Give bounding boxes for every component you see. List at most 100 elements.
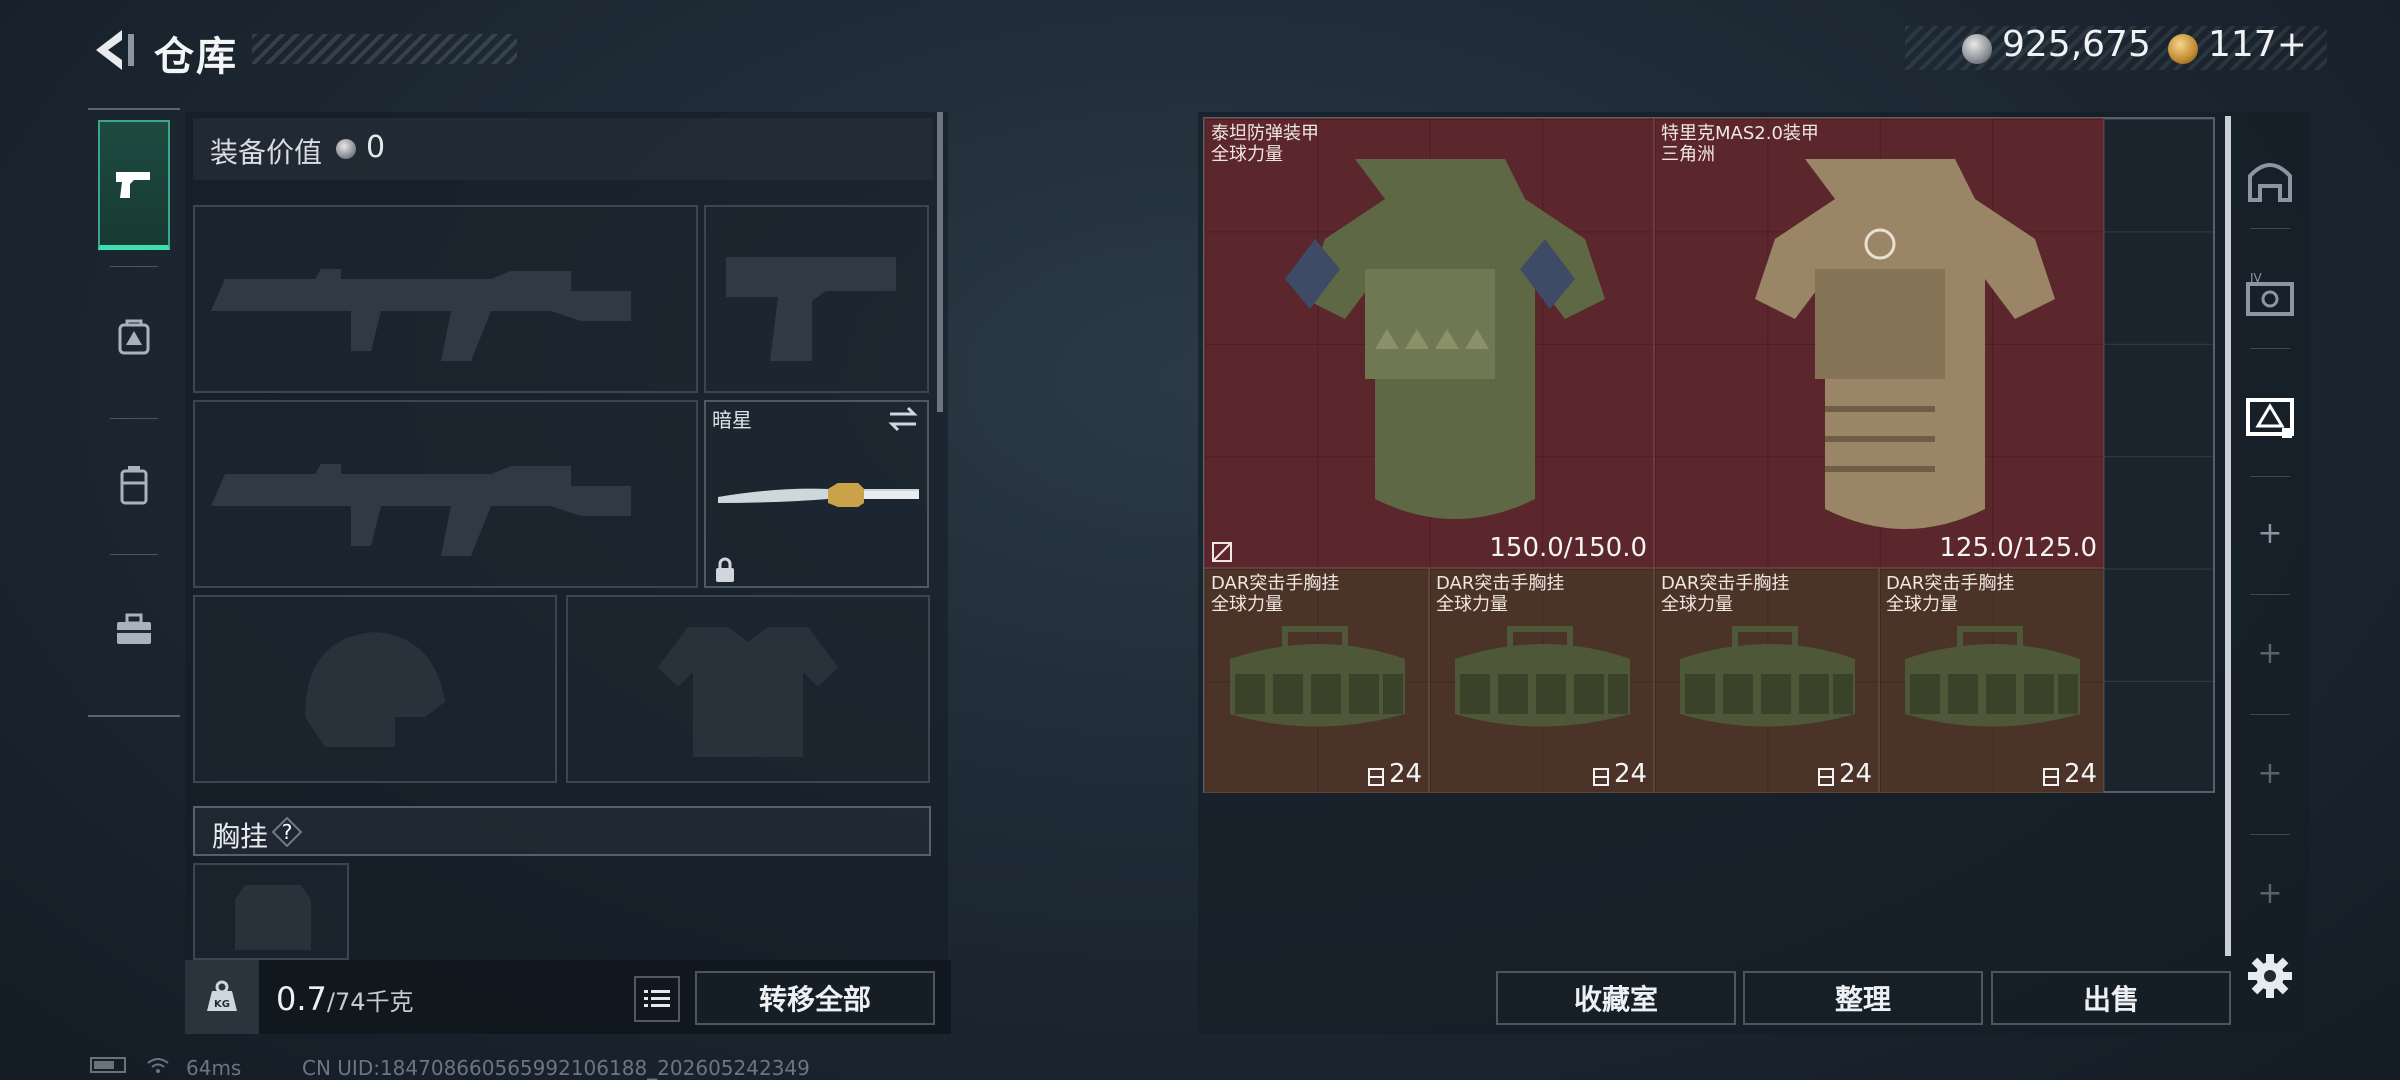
- item-name: DAR突击手胸挂: [1211, 573, 1340, 594]
- storage-item-chest-rig-2[interactable]: DAR突击手胸挂 全球力量 24: [1429, 568, 1654, 793]
- capacity-icon: [1593, 768, 1609, 786]
- knife-icon: [718, 483, 919, 507]
- item-capacity: 24: [1839, 759, 1873, 789]
- carry-weight: 0.7/74千克: [276, 980, 414, 1018]
- pistol-silhouette-icon: [726, 257, 896, 361]
- primary-weapon-slot-2[interactable]: [193, 400, 698, 588]
- gold-coin-icon: [2168, 34, 2198, 64]
- gear-icon: [2248, 954, 2292, 998]
- equipment-value-label: 装备价值: [210, 136, 323, 169]
- capacity-icon: [1818, 768, 1834, 786]
- storage-item-armor-2[interactable]: 特里克MAS2.0装甲 三角洲 125.0/125.0: [1654, 118, 2104, 568]
- storage-tab-main[interactable]: [2240, 150, 2300, 210]
- equipment-scrollbar[interactable]: [937, 112, 943, 412]
- sort-button[interactable]: 整理: [1743, 971, 1983, 1025]
- carry-weight-max: /74千克: [326, 988, 414, 1016]
- storage-item-chest-rig-3[interactable]: DAR突击手胸挂 全球力量 24: [1654, 568, 1879, 793]
- page-title: 仓库: [154, 34, 238, 80]
- rail-separator: [110, 266, 158, 267]
- no-insurance-icon: [1212, 542, 1232, 562]
- chest-rig-icon: [1230, 626, 1405, 727]
- carry-weight-current: 0.7: [276, 980, 327, 1018]
- item-name: 泰坦防弹装甲: [1211, 123, 1319, 144]
- storage-item-chest-rig-1[interactable]: DAR突击手胸挂 全球力量 24: [1204, 568, 1429, 793]
- rail-separator: [110, 554, 158, 555]
- money-amount: 925,675: [2002, 24, 2151, 65]
- item-name: DAR突击手胸挂: [1436, 573, 1565, 594]
- wifi-icon: [146, 1055, 170, 1075]
- rail-separator: [110, 418, 158, 419]
- transfer-all-button[interactable]: 转移全部: [695, 971, 935, 1025]
- category-tab-weapons[interactable]: [98, 120, 170, 250]
- back-button[interactable]: [86, 22, 142, 78]
- tab-separator: [2250, 714, 2290, 715]
- helmet-silhouette-icon: [305, 632, 445, 747]
- add-storage-tab-button[interactable]: +: [2240, 876, 2300, 911]
- chest-rig-icon: [1680, 626, 1855, 727]
- premium-currency-amount[interactable]: 117+: [2208, 24, 2307, 65]
- add-storage-tab-button[interactable]: +: [2240, 756, 2300, 791]
- list-icon: [644, 990, 670, 1007]
- item-capacity: 24: [2064, 759, 2098, 789]
- armor-storage-icon: [2246, 398, 2294, 438]
- pistol-icon: [116, 171, 150, 198]
- swap-icon[interactable]: [886, 404, 920, 434]
- chest-rig-icon: [1455, 626, 1630, 727]
- backpack-icon: [118, 319, 150, 355]
- capacity-icon: [1368, 768, 1384, 786]
- collection-room-button[interactable]: 收藏室: [1496, 971, 1736, 1025]
- body-armor-slot[interactable]: [566, 595, 930, 783]
- chest-rig-section-header: [193, 806, 931, 856]
- item-subtitle: 全球力量: [1211, 594, 1283, 615]
- tab-separator: [2250, 594, 2290, 595]
- body-armor-icon: [1755, 159, 2055, 529]
- svg-text:?: ?: [282, 820, 293, 844]
- storage-item-armor-1[interactable]: 泰坦防弹装甲 全球力量 150.0/150.0: [1204, 118, 1654, 568]
- category-tab-container[interactable]: [98, 420, 170, 550]
- tab-separator: [2250, 348, 2290, 349]
- add-storage-tab-button[interactable]: +: [2240, 516, 2300, 551]
- item-subtitle: 全球力量: [1436, 594, 1508, 615]
- helmet-slot[interactable]: [193, 595, 557, 783]
- rifle-silhouette-icon: [211, 269, 631, 361]
- category-tab-cases[interactable]: [98, 565, 170, 695]
- help-icon[interactable]: ?: [271, 816, 303, 848]
- capacity-icon: [2043, 768, 2059, 786]
- primary-weapon-slot-1[interactable]: [193, 205, 698, 393]
- add-storage-tab-button[interactable]: +: [2240, 636, 2300, 671]
- body-armor-icon: [1285, 159, 1605, 519]
- storage-scrollbar[interactable]: [2225, 116, 2231, 956]
- storage-item-chest-rig-4[interactable]: DAR突击手胸挂 全球力量 24: [1879, 568, 2104, 793]
- item-durability: 150.0/150.0: [1489, 533, 1647, 563]
- list-view-button[interactable]: [634, 976, 680, 1022]
- item-durability: 125.0/125.0: [1939, 533, 2097, 563]
- back-arrow-icon: [96, 30, 134, 70]
- silver-coin-icon: [336, 139, 356, 159]
- equipment-value: 0: [366, 130, 386, 165]
- lock-icon: [713, 556, 737, 584]
- pistol-slot[interactable]: [704, 205, 929, 393]
- item-name: DAR突击手胸挂: [1886, 573, 2015, 594]
- tab-separator: [2250, 834, 2290, 835]
- toolbox-icon: [117, 613, 151, 644]
- weight-icon-box: KG: [185, 960, 259, 1034]
- network-ping: 64ms: [186, 1056, 242, 1080]
- storage-box-icon: IV: [2246, 271, 2294, 316]
- user-uid: CN UID:1847086605659921061​88_2026052423…: [302, 1056, 810, 1080]
- item-capacity: 24: [1614, 759, 1648, 789]
- storage-tab-3-active[interactable]: [2240, 386, 2300, 446]
- chest-rig-slot[interactable]: [193, 863, 349, 960]
- item-subtitle: 全球力量: [1886, 594, 1958, 615]
- storage-tab-2[interactable]: IV: [2240, 266, 2300, 326]
- chest-rig-silhouette-icon: [235, 885, 311, 950]
- item-subtitle: 全球力量: [1211, 144, 1283, 165]
- settings-button[interactable]: [2244, 950, 2296, 1002]
- chest-rig-icon: [1905, 626, 2080, 727]
- warehouse-icon: [2248, 163, 2292, 202]
- armor-silhouette-icon: [658, 627, 838, 757]
- title-decoration: [252, 34, 517, 64]
- category-tab-backpack[interactable]: [98, 272, 170, 402]
- rifle-silhouette-icon: [211, 464, 631, 556]
- sell-button[interactable]: 出售: [1991, 971, 2231, 1025]
- battery-icon: [90, 1057, 126, 1073]
